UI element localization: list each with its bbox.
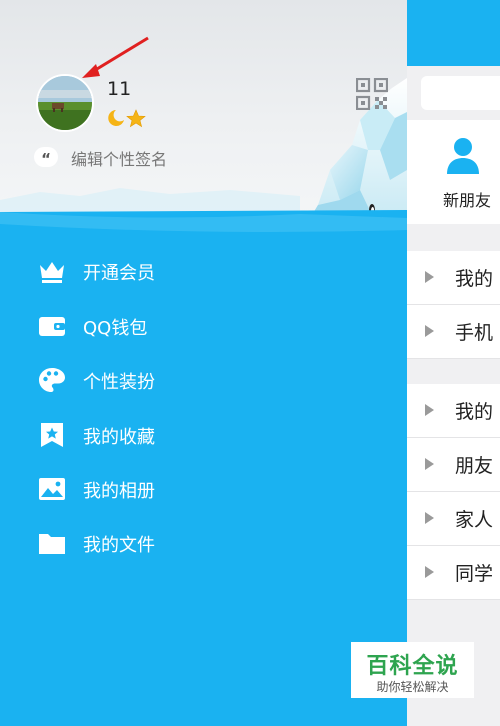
contacts-header-bar [407,0,500,66]
quote-icon: “ [34,147,58,168]
contact-group-label: 家人 [455,509,494,531]
menu-item-label: 我的收藏 [83,427,155,448]
menu-item-vip[interactable]: 开通会员 [0,244,407,298]
menu-item-label: 开通会员 [83,263,155,284]
contact-group-row[interactable]: 我的 [407,384,500,438]
menu-item-label: QQ钱包 [83,318,148,339]
crown-icon [40,262,64,283]
contact-group-row[interactable]: 同学 [407,546,500,600]
menu-item-favorites[interactable]: 我的收藏 [0,408,407,462]
menu-item-files[interactable]: 我的文件 [0,516,407,570]
contacts-panel: 新朋友 我的 手机 我的 朋友 家人 同学 [407,0,500,726]
expand-arrow-icon [425,325,434,337]
expand-arrow-icon [425,404,434,416]
nickname[interactable]: 11 [107,78,131,100]
palette-icon [39,368,65,392]
bookmark-star-icon [41,423,63,447]
menu-item-album[interactable]: 我的相册 [0,462,407,516]
search-input[interactable] [421,76,500,110]
contact-group-label: 同学 [455,563,494,585]
person-icon [447,138,479,174]
new-friends-entry[interactable]: 新朋友 [407,120,500,224]
watermark-title: 百科全说 [366,654,459,679]
menu-item-label: 个性装扮 [83,372,155,393]
folder-icon [39,534,65,554]
contact-group-label: 我的 [455,401,494,423]
watermark-subtitle: 助你轻松解决 [376,680,449,694]
star-icon [126,109,146,128]
avatar-landscape-image [38,76,92,130]
expand-arrow-icon [425,271,434,283]
photo-icon [39,478,65,500]
new-friends-label: 新朋友 [443,191,492,210]
contact-group-label: 朋友 [455,455,494,477]
contact-group-row[interactable]: 家人 [407,492,500,546]
contact-group-label: 我的 [455,268,494,290]
qr-code-icon[interactable] [356,78,388,110]
watermark: 百科全说 助你轻松解决 [351,642,474,698]
menu-item-label: 我的文件 [83,535,155,556]
contact-group-row[interactable]: 我的 [407,251,500,305]
contact-group-row[interactable]: 手机 [407,305,500,359]
contact-group-label: 手机 [455,322,494,344]
moon-icon [108,110,124,126]
menu-item-themes[interactable]: 个性装扮 [0,353,407,407]
wallet-icon [39,317,65,336]
side-drawer: 11 “ 编辑个性签名 开通会员 QQ钱包 个性装扮 我的收藏 我的相册 我的文… [0,0,407,726]
contact-group-row[interactable]: 朋友 [407,438,500,492]
expand-arrow-icon [425,458,434,470]
expand-arrow-icon [425,512,434,524]
menu-item-label: 我的相册 [83,481,155,502]
menu-item-wallet[interactable]: QQ钱包 [0,299,407,353]
signature-edit[interactable]: 编辑个性签名 [71,146,167,170]
level-badges[interactable] [107,108,147,128]
user-avatar[interactable] [36,74,94,132]
expand-arrow-icon [425,566,434,578]
